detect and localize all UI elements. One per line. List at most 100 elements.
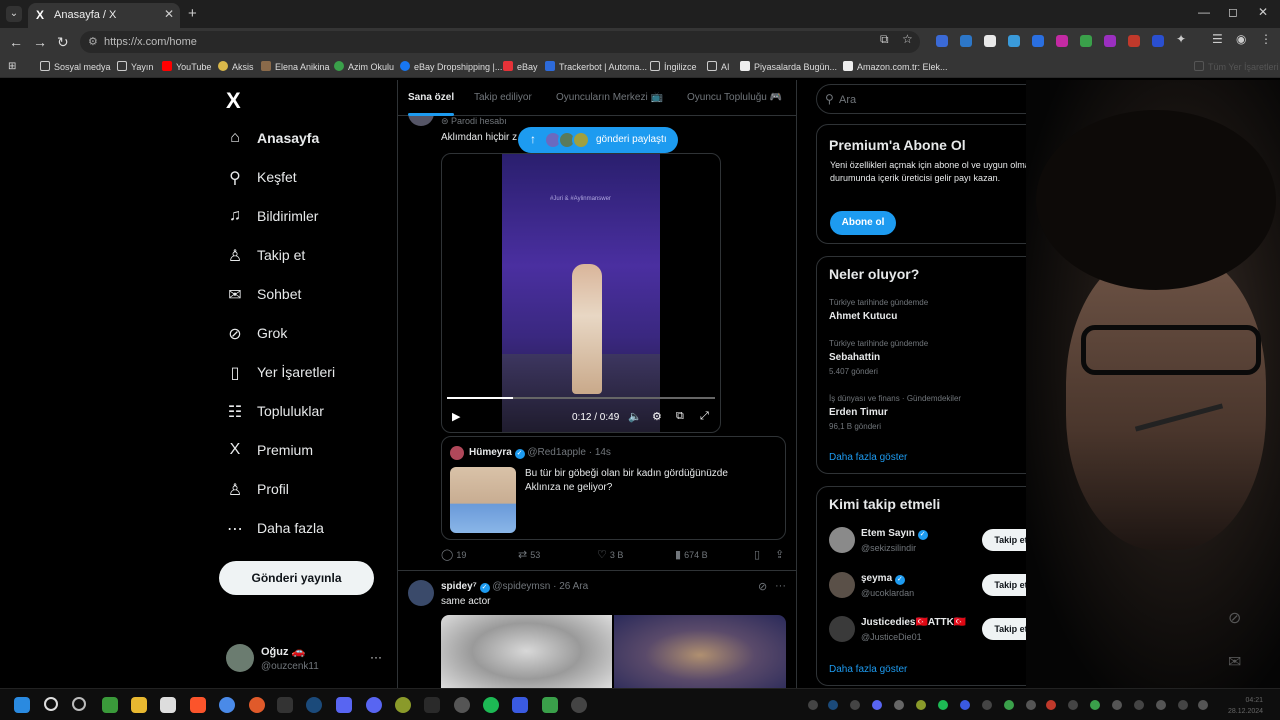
like-button[interactable]: ♡ 3 B <box>597 548 623 561</box>
tray-icon[interactable] <box>850 700 860 710</box>
post-author-avatar[interactable] <box>408 580 434 606</box>
apps-icon[interactable]: ⊞ <box>8 61 16 72</box>
avatar[interactable] <box>829 527 855 553</box>
extension-icon[interactable] <box>1008 35 1020 47</box>
post-button[interactable]: Gönderi yayınla <box>219 561 374 595</box>
quoted-post[interactable]: Hümeyra ✓ @Red1apple · 14s Bu tür bir gö… <box>441 436 786 540</box>
post-date[interactable]: 26 Ara <box>559 581 588 592</box>
volume-icon[interactable]: 🔈 <box>628 410 642 423</box>
epic-games-icon[interactable] <box>277 697 293 713</box>
system-clock[interactable]: 04:21 28.12.2024 <box>1228 695 1263 717</box>
tray-icon[interactable] <box>894 700 904 710</box>
new-posts-pill[interactable]: ↑ gönderi paylaştı <box>518 127 678 153</box>
address-bar[interactable]: ⚙ https://x.com/home <box>80 31 920 53</box>
show-more-users-link[interactable]: Daha fazla göster <box>829 664 907 675</box>
post-image[interactable] <box>614 615 786 688</box>
tray-icon[interactable] <box>960 700 970 710</box>
back-button[interactable]: ← <box>9 34 23 50</box>
share-button[interactable]: ⇪ <box>775 548 787 561</box>
bookmark-item[interactable]: İngilizce <box>650 61 697 72</box>
trend-name[interactable]: Ahmet Kutucu <box>829 311 897 322</box>
tray-icon[interactable] <box>808 700 818 710</box>
chrome-icon[interactable] <box>219 697 235 713</box>
menu-icon[interactable]: ⋮ <box>1260 32 1272 46</box>
tray-icon[interactable] <box>1004 700 1014 710</box>
close-window-button[interactable]: ✕ <box>1258 5 1268 19</box>
tray-icon[interactable] <box>828 700 838 710</box>
grok-icon[interactable]: ⊘ <box>758 580 767 593</box>
picture-in-picture-icon[interactable]: ⧉ <box>676 410 684 423</box>
video-progress-bar[interactable] <box>447 397 715 399</box>
extension-icon[interactable] <box>1128 35 1140 47</box>
bookmark-item[interactable]: AI <box>707 61 730 72</box>
video-player[interactable]: #Juri & #Aylinmanswer ▶ 0:12 / 0:49 🔈 ⚙ … <box>441 153 721 433</box>
show-more-trends-link[interactable]: Daha fazla göster <box>829 452 907 463</box>
bookmark-item[interactable]: Trackerbot | Automa... <box>545 61 647 72</box>
suggested-user-name[interactable]: Justicedies🇹🇷ATTK🇹🇷 <box>861 617 966 628</box>
new-tab-button[interactable]: + <box>188 5 197 22</box>
suggested-user-name[interactable]: Etem Sayın ✓ <box>861 528 928 540</box>
app-icon[interactable] <box>454 697 470 713</box>
post-author-handle[interactable]: @spideymsn <box>492 581 550 592</box>
steam-icon[interactable] <box>306 697 322 713</box>
account-switcher[interactable]: Oğuz 🚗 @ouzcenk11 ··· <box>226 642 396 678</box>
app-icon[interactable] <box>424 697 440 713</box>
extension-icon[interactable] <box>960 35 972 47</box>
bookmark-item[interactable]: Yayın <box>117 61 153 72</box>
tray-icon[interactable] <box>916 700 926 710</box>
post-image[interactable] <box>441 615 612 688</box>
bookmark-item[interactable]: Elena Anikina <box>261 61 330 72</box>
quote-thumbnail[interactable] <box>450 467 516 533</box>
tray-icon[interactable] <box>1026 700 1036 710</box>
search-icon[interactable] <box>44 697 58 711</box>
tray-icon[interactable] <box>872 700 882 710</box>
app-icon[interactable] <box>512 697 528 713</box>
bookmark-item[interactable]: Amazon.com.tr: Elek... <box>843 61 948 72</box>
bookmark-item[interactable]: eBay <box>503 61 538 72</box>
more-options-icon[interactable]: ··· <box>775 580 786 592</box>
discord-icon[interactable] <box>366 697 382 713</box>
trend-name[interactable]: Sebahattin <box>829 352 880 363</box>
reload-button[interactable]: ↻ <box>57 34 69 51</box>
bookmark-item[interactable]: Azim Okulu <box>334 61 394 72</box>
all-bookmarks-folder[interactable]: Tüm Yer İşaretleri <box>1194 61 1279 72</box>
extension-icon[interactable] <box>1152 35 1164 47</box>
grok-floating-icon[interactable]: ⊘ <box>1228 608 1241 628</box>
tab-for-you[interactable]: Sana özel <box>408 92 454 103</box>
tray-icon[interactable] <box>1178 700 1188 710</box>
tray-icon[interactable] <box>1046 700 1056 710</box>
brave-icon[interactable] <box>190 697 206 713</box>
site-info-icon[interactable]: ⚙ <box>88 35 98 48</box>
bookmark-item[interactable]: Aksis <box>218 61 254 72</box>
tray-icon[interactable] <box>938 700 948 710</box>
app-icon[interactable] <box>249 697 265 713</box>
bookmark-star-icon[interactable]: ☆ <box>902 32 913 46</box>
tab-gamer-community[interactable]: Oyuncu Topluluğu 🎮 <box>687 92 782 103</box>
avatar[interactable] <box>829 572 855 598</box>
views-button[interactable]: ▮ 674 B <box>675 548 708 561</box>
extension-icon[interactable] <box>1032 35 1044 47</box>
extension-icon[interactable] <box>936 35 948 47</box>
search-input[interactable]: ⚲ Ara <box>816 84 1050 114</box>
tab-following[interactable]: Takip ediliyor <box>474 92 532 103</box>
browser-tab[interactable]: X Anasayfa / X ✕ <box>28 3 180 28</box>
maximize-window-button[interactable]: ◻ <box>1228 5 1238 19</box>
extension-icon[interactable] <box>1104 35 1116 47</box>
extension-icon[interactable] <box>1080 35 1092 47</box>
bookmark-post-button[interactable]: ▯ <box>754 548 763 561</box>
reply-button[interactable]: ◯ 19 <box>441 548 466 561</box>
bookmark-item[interactable]: YouTube <box>162 61 211 72</box>
tab-gamers-hub[interactable]: Oyuncuların Merkezi 📺 <box>556 92 663 103</box>
app-icon[interactable] <box>571 697 587 713</box>
bookmark-item[interactable]: Sosyal medya <box>40 61 111 72</box>
xbox-icon[interactable] <box>102 697 118 713</box>
tab-search-button[interactable]: ⌄ <box>6 6 22 22</box>
trend-name[interactable]: Erden Timur <box>829 407 888 418</box>
bookmark-item[interactable]: eBay Dropshipping |... <box>400 61 502 72</box>
tray-icon[interactable] <box>1090 700 1100 710</box>
forward-button[interactable]: → <box>33 34 47 50</box>
tray-icon[interactable] <box>1198 700 1208 710</box>
app-icon[interactable] <box>395 697 411 713</box>
app-icon[interactable] <box>72 697 86 711</box>
settings-gear-icon[interactable]: ⚙ <box>652 410 662 423</box>
